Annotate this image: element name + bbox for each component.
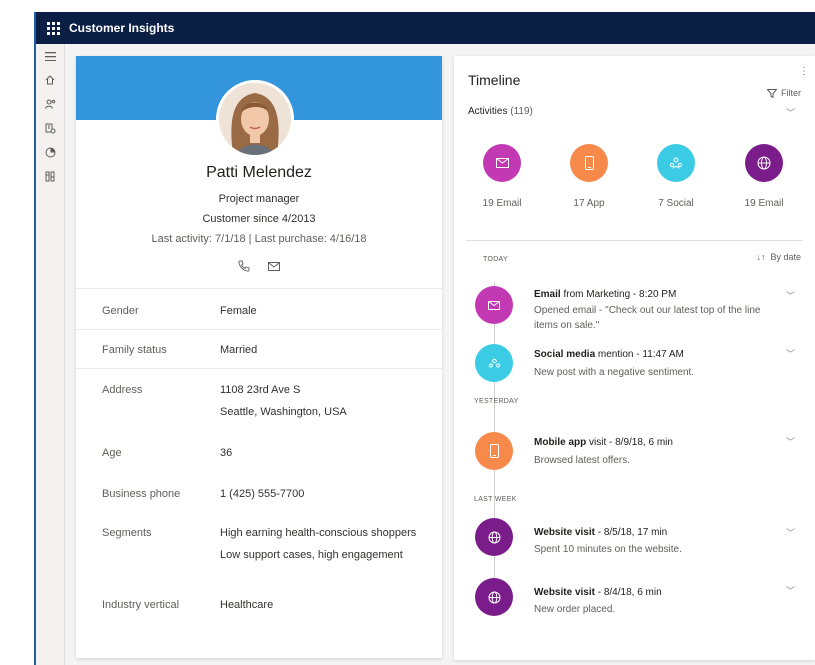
chevron-down-icon[interactable]: ﹀: [786, 526, 795, 539]
field-value-industry-vertical: Healthcare: [220, 599, 274, 611]
divider: [76, 329, 442, 330]
timeline-card: Timeline ⋮ Filter Activities (119) ﹀ 19 …: [454, 56, 815, 660]
timeline-title: Timeline: [468, 72, 521, 88]
field-label-industry-vertical: Industry vertical: [102, 599, 180, 611]
activity-summary-app[interactable]: 17 App: [549, 144, 629, 209]
app-title: Customer Insights: [69, 21, 175, 35]
job-title: Project manager: [218, 193, 300, 205]
sort-button[interactable]: ↓↑ By date: [756, 252, 801, 262]
activity-summary-web[interactable]: 19 Email: [724, 144, 804, 209]
email-icon[interactable]: [266, 259, 282, 273]
field-value-address-line1: 1108 23rd Ave S: [220, 384, 301, 396]
field-value-address-line2: Seattle, Washington, USA: [220, 406, 347, 418]
globe-icon: [475, 578, 513, 616]
event-description: Opened email - "Check out our latest top…: [534, 305, 761, 331]
event-type: Social media: [534, 349, 596, 360]
field-value-segment-2: Low support cases, high engagement: [220, 549, 403, 561]
event-title[interactable]: Mobile app visit - 8/9/18, 6 min: [534, 437, 673, 448]
event-detail: - 8/4/18, 6 min: [594, 587, 662, 598]
event-type: Email: [534, 289, 561, 300]
activity-summary-label: 19 Email: [482, 198, 522, 209]
email-icon: [483, 144, 521, 182]
customer-since: Customer since 4/2013: [202, 213, 316, 225]
event-title[interactable]: Website visit - 8/4/18, 6 min: [534, 587, 662, 598]
field-label-address: Address: [102, 384, 143, 396]
activities-label: Activities: [468, 106, 508, 117]
sort-icon: ↓↑: [756, 252, 766, 262]
event-title[interactable]: Email from Marketing - 8:20 PM: [534, 289, 676, 300]
phone-icon[interactable]: [236, 259, 252, 273]
contact-actions: [76, 259, 442, 273]
app-launcher-icon[interactable]: [47, 21, 61, 35]
field-label-segments: Segments: [102, 527, 152, 539]
event-detail: visit - 8/9/18, 6 min: [586, 437, 673, 448]
chevron-down-icon[interactable]: ﹀: [786, 435, 795, 448]
last-activity: Last activity: 7/1/18 | Last purchase: 4…: [151, 233, 367, 245]
app-header: Customer Insights: [36, 12, 815, 44]
field-value-family-status: Married: [220, 344, 258, 356]
social-icon: [657, 144, 695, 182]
event-detail: from Marketing - 8:20 PM: [560, 289, 677, 300]
event-description: New order placed.: [534, 604, 616, 615]
event-description: Browsed latest offers.: [534, 455, 630, 466]
field-label-family-status: Family status: [102, 344, 167, 356]
insights-icon[interactable]: [36, 140, 64, 164]
activity-summary-label: 7 Social: [658, 198, 694, 209]
globe-icon: [475, 518, 513, 556]
email-icon: [475, 286, 513, 324]
section-yesterday: YESTERDAY: [474, 398, 519, 405]
field-label-age: Age: [102, 447, 122, 459]
avatar: [216, 80, 294, 158]
divider: [466, 240, 803, 241]
field-label-business-phone: Business phone: [102, 488, 181, 500]
segments-icon[interactable]: [36, 116, 64, 140]
activities-header[interactable]: Activities (119): [468, 106, 533, 117]
contacts-icon[interactable]: [36, 92, 64, 116]
chevron-down-icon[interactable]: ﹀: [786, 106, 795, 119]
divider: [76, 288, 442, 289]
filter-label: Filter: [781, 88, 801, 98]
divider: [76, 368, 442, 369]
event-description: Spent 10 minutes on the website.: [534, 544, 682, 555]
data-icon[interactable]: [36, 164, 64, 188]
menu-icon[interactable]: [36, 44, 64, 68]
field-value-age: 36: [220, 447, 233, 459]
section-last-week: LAST WEEK: [474, 496, 517, 503]
event-type: Website visit: [534, 587, 595, 598]
event-type: Mobile app: [534, 437, 587, 448]
event-title[interactable]: Website visit - 8/5/18, 17 min: [534, 527, 667, 538]
field-value-business-phone: 1 (425) 555-7700: [220, 488, 305, 500]
chevron-down-icon[interactable]: ﹀: [786, 347, 795, 360]
filter-button[interactable]: Filter: [767, 88, 801, 98]
profile-card: Patti Melendez Project manager Customer …: [76, 56, 442, 658]
field-value-segment-1: High earning health-conscious shoppers: [220, 527, 417, 539]
field-value-gender: Female: [220, 305, 257, 317]
activity-summary-label: 19 Email: [744, 198, 784, 209]
activity-summary-label: 17 App: [573, 198, 605, 209]
globe-icon: [745, 144, 783, 182]
activities-count: (119): [510, 106, 533, 117]
event-type: Website visit: [534, 527, 595, 538]
activity-summary-email[interactable]: 19 Email: [462, 144, 542, 209]
activity-summary-social[interactable]: 7 Social: [636, 144, 716, 209]
phone-icon: [475, 432, 513, 470]
phone-icon: [570, 144, 608, 182]
event-title[interactable]: Social media mention - 11:47 AM: [534, 349, 684, 360]
event-description: New post with a negative sentiment.: [534, 367, 695, 378]
sort-label: By date: [770, 252, 801, 262]
chevron-down-icon[interactable]: ﹀: [786, 584, 795, 597]
section-today: TODAY: [483, 256, 508, 263]
more-options-icon[interactable]: ⋮: [799, 66, 809, 77]
customer-name: Patti Melendez: [206, 164, 312, 181]
filter-icon: [767, 88, 777, 98]
chevron-down-icon[interactable]: ﹀: [786, 289, 795, 302]
left-nav: [36, 44, 65, 665]
home-icon[interactable]: [36, 68, 64, 92]
field-label-gender: Gender: [102, 305, 139, 317]
event-detail: - 8/5/18, 17 min: [594, 527, 668, 538]
social-icon: [475, 344, 513, 382]
event-detail: mention - 11:47 AM: [595, 349, 684, 360]
